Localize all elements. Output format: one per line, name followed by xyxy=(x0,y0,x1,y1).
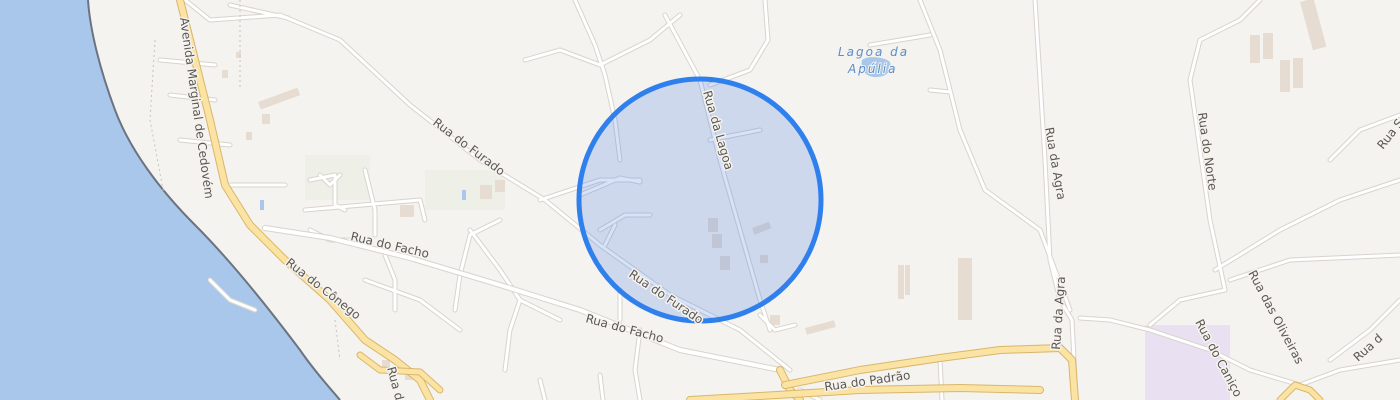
search-radius-circle[interactable] xyxy=(576,76,824,324)
pool xyxy=(260,200,264,210)
map-view[interactable]: Avenida Marginal de Cedovém Rua do Furad… xyxy=(0,0,1400,400)
lake-label-line1: Lagoa da xyxy=(838,45,909,59)
map-canvas[interactable]: Avenida Marginal de Cedovém Rua do Furad… xyxy=(0,0,1400,400)
pool xyxy=(462,190,466,200)
lake-label-line2: Apúlia xyxy=(847,62,897,76)
